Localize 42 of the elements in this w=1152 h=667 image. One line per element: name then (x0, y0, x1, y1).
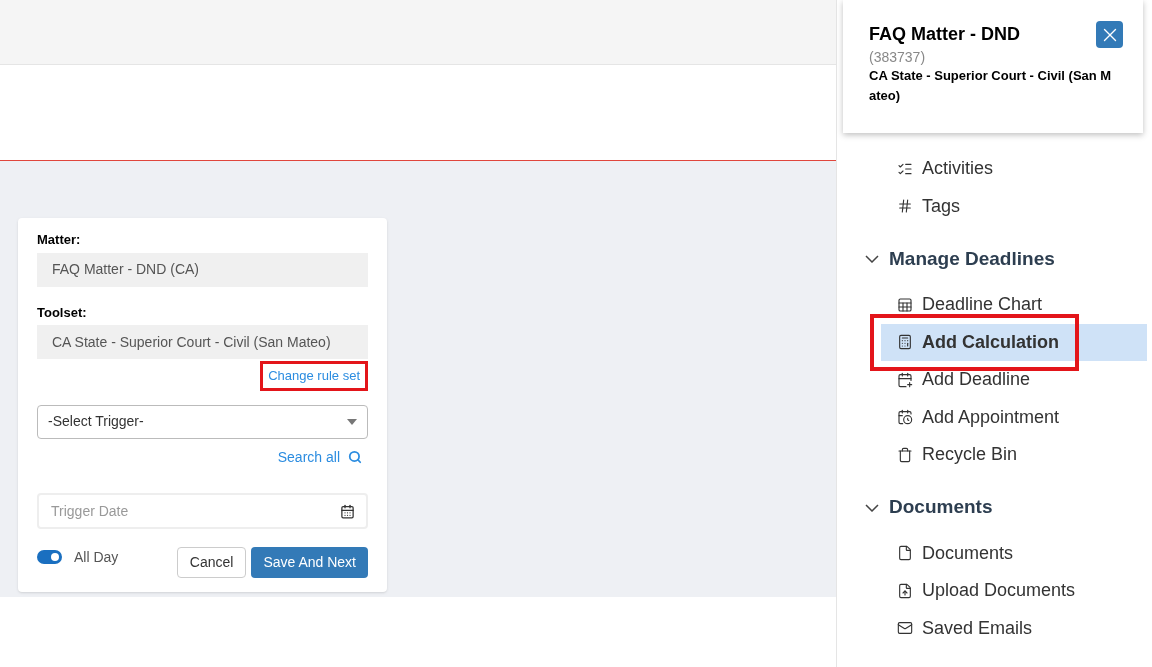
field-label: Toolset: (37, 303, 88, 322)
search-icon (348, 450, 362, 464)
sidebar-item[interactable]: Activities (881, 150, 1147, 188)
trigger-select[interactable]: -Select Trigger- (37, 404, 368, 439)
sidebar-item[interactable]: Add Appointment (881, 398, 1147, 436)
mail-icon (897, 620, 913, 637)
popup-title: FAQ Matter - DND (869, 23, 1020, 46)
matter-field: FAQ Matter - DND (CA) (37, 252, 368, 287)
file-icon (897, 545, 913, 562)
hash-icon (897, 198, 913, 215)
calendar-icon[interactable] (340, 503, 355, 519)
toggle-label: All Day (74, 547, 119, 567)
matter-number: (383737) (869, 48, 927, 66)
change-rule-set-link[interactable]: Change rule set (260, 361, 368, 391)
section-header[interactable]: Manage Deadlines (837, 240, 1152, 278)
calendar-plus-icon (897, 371, 913, 388)
caret-icon (347, 418, 357, 425)
sidebar-item[interactable]: Tags (881, 187, 1147, 225)
file-upload-icon (897, 582, 913, 599)
search-all-link[interactable]: Search all (277, 446, 362, 468)
calendar-clock-icon (897, 409, 913, 426)
table-icon (897, 296, 913, 313)
toolset-field: CA State - Superior Court - Civil (San Mateo) (37, 325, 368, 359)
cancel-button[interactable]: Cancel (176, 546, 247, 578)
chevron-down-icon (865, 503, 879, 512)
sidebar-item[interactable]: Add Deadline (881, 361, 1147, 399)
close-button[interactable] (1096, 21, 1123, 48)
trigger-date-field[interactable]: Trigger Date (37, 492, 368, 529)
calculator-icon (897, 334, 913, 351)
court-name: CA State - Superior Court - Civil (San Mateo) (869, 67, 1113, 105)
sidebar-item[interactable]: Recycle Bin (881, 436, 1147, 474)
sidebar-item[interactable]: Add Calculation (881, 323, 1147, 361)
all-day-toggle[interactable] (37, 550, 62, 564)
save-and-next-button[interactable]: Save And Next (251, 546, 368, 578)
trash-icon (897, 446, 913, 463)
field-label: Matter: (37, 231, 82, 249)
sidebar-item[interactable]: Saved Emails (881, 609, 1147, 647)
sidebar-item[interactable]: Upload Documents (881, 572, 1147, 610)
chevron-down-icon (865, 255, 879, 263)
sidebar-item[interactable]: Documents (881, 534, 1147, 572)
section-header[interactable]: Documents (837, 488, 1152, 527)
sidebar-item[interactable]: Deadline Chart (881, 286, 1147, 324)
